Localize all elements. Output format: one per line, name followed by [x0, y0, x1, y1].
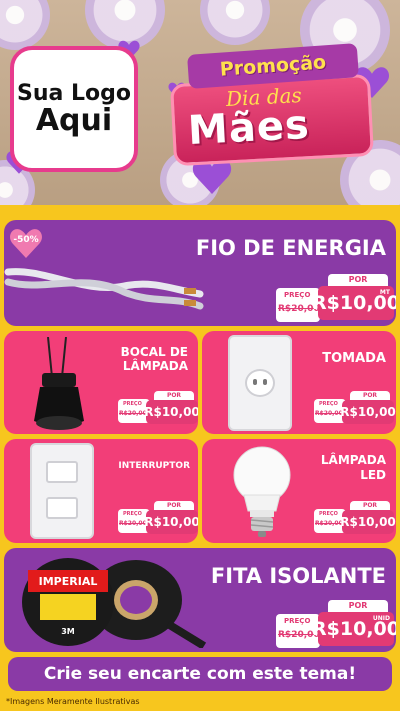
tape-image: IMPERIAL 3M — [22, 558, 207, 648]
switch-key-bottom — [46, 497, 78, 519]
product-card-fio-de-energia: FIO DE ENERGIA PREÇO R$20,00 POR R$10,00… — [4, 220, 396, 326]
discount-badge: -50% — [6, 228, 46, 258]
old-price-label: PREÇO — [284, 291, 311, 299]
footnote: *Imagens Meramente Ilustrativas — [6, 697, 140, 706]
flower-decoration — [200, 0, 270, 45]
logo-text-line1: Sua Logo — [16, 80, 131, 106]
old-price-label: PREÇO — [123, 401, 142, 407]
product-name: FIO DE ENERGIA — [195, 236, 386, 260]
product-card-interruptor: INTERRUPTOR PREÇO R$20,00 POR R$10,00 — [4, 439, 198, 543]
new-price: R$10,00 — [340, 400, 396, 424]
price-unit: UNID — [372, 615, 390, 622]
cta-banner[interactable]: Crie seu encarte com este tema! — [8, 657, 392, 691]
old-price-label: PREÇO — [319, 511, 338, 517]
product-name: INTERRUPTOR — [118, 461, 190, 471]
product-name: TOMADA — [322, 351, 386, 366]
price-tag: PREÇO R$20,00 POR R$10,00 — [314, 499, 396, 534]
svg-text:3M: 3M — [61, 627, 75, 636]
old-price-value: R$20,00 — [119, 410, 147, 417]
old-price-label: PREÇO — [284, 617, 311, 625]
price-tag: PREÇO R$20,00 POR R$10,00 MT — [276, 274, 396, 322]
logo-placeholder: Sua Logo Aqui — [10, 46, 138, 172]
switch-key-top — [46, 461, 78, 483]
new-price: R$10,00 — [144, 510, 198, 534]
product-card-tomada: TOMADA PREÇO R$20,00 POR R$10,00 — [202, 331, 396, 434]
new-price-value: R$10,00 — [340, 515, 396, 529]
outlet-image — [228, 335, 292, 431]
old-price-value: R$20,00 — [315, 410, 343, 417]
switch-image — [30, 443, 94, 539]
new-price-value: R$10,00 — [144, 515, 198, 529]
product-card-fita-isolante: IMPERIAL 3M FITA ISOLANTE PREÇO R$20,00 … — [4, 548, 396, 652]
promo-banner: Promoção Dia das Mães — [168, 43, 380, 167]
price-tag: PREÇO R$20,00 POR R$10,00 — [118, 499, 198, 534]
new-price-value: R$10,00 — [144, 405, 198, 419]
product-card-lampada-led: LÂMPADA LED PREÇO R$20,00 POR R$10,00 — [202, 439, 396, 543]
new-price: R$10,00 MT — [312, 286, 396, 320]
por-label: POR — [350, 391, 390, 400]
flower-decoration — [0, 0, 50, 50]
price-unit: MT — [379, 289, 390, 296]
por-label: POR — [350, 501, 390, 510]
svg-text:IMPERIAL: IMPERIAL — [39, 575, 98, 588]
product-card-bocal: BOCAL DE LÂMPADA PREÇO R$20,00 POR R$10,… — [4, 331, 198, 434]
old-price-value: R$20,00 — [119, 520, 147, 527]
product-name: LÂMPADA LED — [320, 453, 386, 482]
old-price-label: PREÇO — [319, 401, 338, 407]
product-name: FITA ISOLANTE — [210, 564, 386, 588]
old-price-label: PREÇO — [123, 511, 142, 517]
discount-text: -50% — [13, 235, 39, 245]
por-label: POR — [154, 391, 194, 400]
price-tag: PREÇO R$20,00 POR R$10,00 — [314, 389, 396, 424]
logo-text-line2: Aqui — [35, 102, 113, 138]
outlet-hole — [253, 379, 257, 385]
price-tag: PREÇO R$20,00 POR R$10,00 UNID — [276, 600, 396, 648]
por-label: POR — [328, 600, 388, 612]
product-name: BOCAL DE LÂMPADA — [120, 345, 188, 373]
outlet-hole — [263, 379, 267, 385]
old-price-value: R$20,00 — [315, 520, 343, 527]
new-price: R$10,00 UNID — [312, 612, 396, 646]
new-price: R$10,00 — [144, 400, 198, 424]
por-label: POR — [154, 501, 194, 510]
cta-text: Crie seu encarte com este tema! — [43, 664, 357, 684]
led-bulb-image — [233, 446, 291, 537]
new-price-value: R$10,00 — [340, 405, 396, 419]
outlet-face — [245, 369, 275, 397]
promo-main-title: Mães — [186, 101, 311, 155]
por-label: POR — [328, 274, 388, 286]
promo-title: Promoção — [219, 51, 327, 81]
price-tag: PREÇO R$20,00 POR R$10,00 — [118, 389, 198, 424]
socket-image — [34, 337, 84, 430]
new-price: R$10,00 — [340, 510, 396, 534]
